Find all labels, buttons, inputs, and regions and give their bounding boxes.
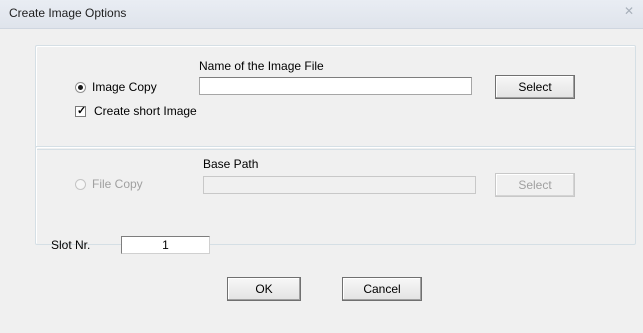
base-path-heading: Base Path	[203, 157, 259, 171]
cancel-button[interactable]: Cancel	[342, 277, 422, 301]
image-copy-radio[interactable]	[75, 82, 86, 93]
image-file-input[interactable]	[199, 77, 472, 95]
file-copy-radio[interactable]	[75, 179, 86, 190]
dialog-body: Name of the Image File Image Copy Select…	[8, 30, 636, 327]
base-path-input[interactable]	[203, 176, 476, 194]
close-icon[interactable]: ✕	[621, 4, 637, 18]
image-select-button[interactable]: Select	[495, 75, 575, 99]
window-title: Create Image Options	[9, 6, 127, 20]
ok-button[interactable]: OK	[227, 277, 301, 301]
image-file-heading: Name of the Image File	[199, 59, 324, 73]
title-bar: Create Image Options ✕	[0, 0, 643, 29]
create-short-image-checkbox[interactable]: ✓	[75, 105, 87, 117]
check-icon: ✓	[77, 105, 87, 117]
slot-number-field[interactable]: 1	[121, 236, 210, 254]
file-copy-label[interactable]: File Copy	[92, 177, 143, 191]
file-select-button[interactable]: Select	[495, 173, 575, 197]
image-copy-label[interactable]: Image Copy	[92, 80, 157, 94]
radio-selected-dot	[78, 85, 83, 90]
create-short-image-label[interactable]: Create short Image	[94, 104, 197, 118]
slot-label: Slot Nr.	[51, 238, 91, 252]
